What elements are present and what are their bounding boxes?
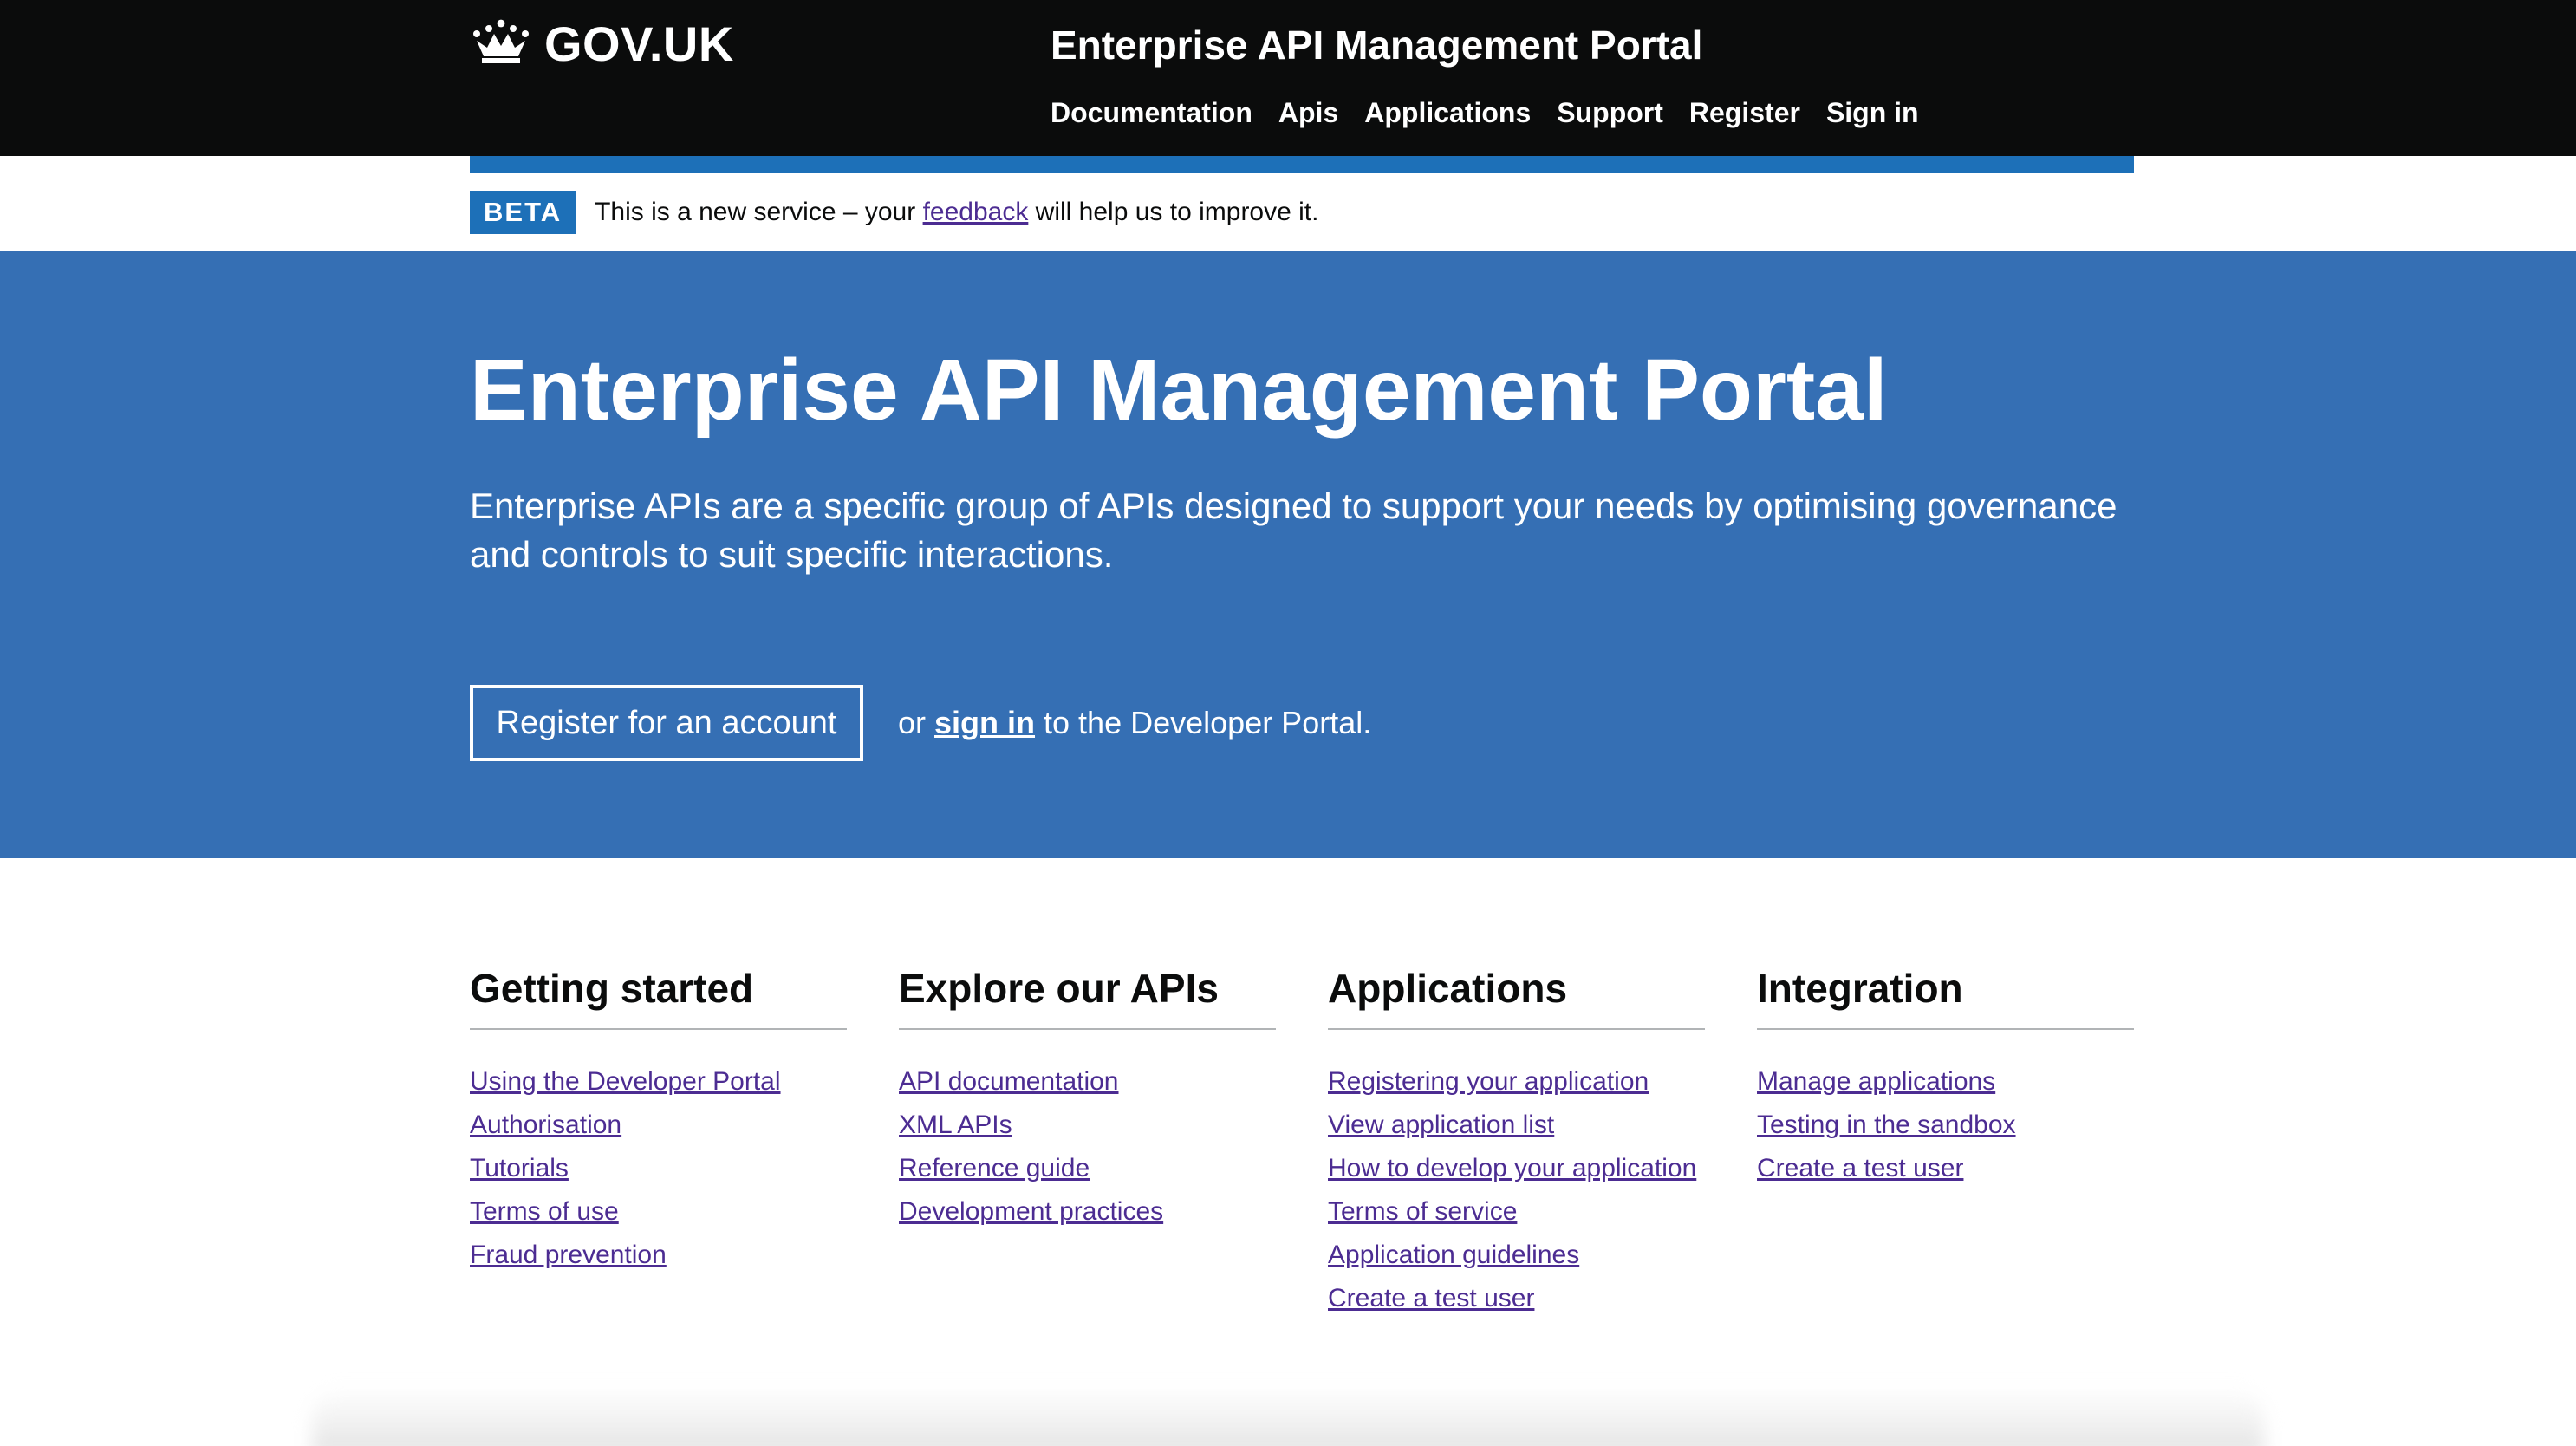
link-list: Registering your application View applic…	[1328, 1065, 1705, 1316]
link-fraud-prevention[interactable]: Fraud prevention	[470, 1241, 667, 1269]
phase-banner: BETA This is a new service – your feedba…	[470, 191, 1318, 234]
list-item: Create a test user	[1757, 1151, 2134, 1186]
header-blue-rule	[470, 156, 2134, 173]
service-name-link[interactable]: Enterprise API Management Portal	[1051, 17, 1702, 73]
list-item: XML APIs	[899, 1108, 1276, 1143]
phase-text-after: will help us to improve it.	[1028, 198, 1319, 226]
link-how-to-develop[interactable]: How to develop your application	[1328, 1154, 1696, 1182]
list-item: Terms of use	[470, 1195, 847, 1229]
or-text: or	[898, 705, 935, 740]
column-integration: Integration Manage applications Testing …	[1757, 954, 2134, 1325]
govuk-logo-link[interactable]: GOV.UK	[470, 12, 734, 75]
hero-actions: Register for an account or sign in to th…	[470, 685, 1371, 761]
phase-text-before: This is a new service – your	[595, 198, 923, 226]
sign-in-prompt: or sign in to the Developer Portal.	[898, 705, 1371, 741]
link-xml-apis[interactable]: XML APIs	[899, 1111, 1012, 1139]
link-testing-sandbox[interactable]: Testing in the sandbox	[1757, 1111, 2016, 1139]
list-item: Reference guide	[899, 1151, 1276, 1186]
list-item: Development practices	[899, 1195, 1276, 1229]
link-development-practices[interactable]: Development practices	[899, 1197, 1163, 1226]
sign-in-link[interactable]: sign in	[934, 705, 1035, 740]
link-tutorials[interactable]: Tutorials	[470, 1154, 569, 1182]
column-explore-apis: Explore our APIs API documentation XML A…	[899, 954, 1276, 1325]
column-applications: Applications Registering your applicatio…	[1328, 954, 1705, 1325]
list-item: View application list	[1328, 1108, 1705, 1143]
list-item: How to develop your application	[1328, 1151, 1705, 1186]
feedback-link[interactable]: feedback	[923, 198, 1029, 226]
link-registering-application[interactable]: Registering your application	[1328, 1067, 1649, 1096]
hero-title: Enterprise API Management Portal	[470, 342, 1888, 439]
list-item: Manage applications	[1757, 1065, 2134, 1099]
link-columns: Getting started Using the Developer Port…	[470, 954, 2134, 1325]
column-getting-started: Getting started Using the Developer Port…	[470, 954, 847, 1325]
list-item: Registering your application	[1328, 1065, 1705, 1099]
link-create-test-user[interactable]: Create a test user	[1328, 1284, 1534, 1312]
link-authorisation[interactable]: Authorisation	[470, 1111, 621, 1139]
list-item: Tutorials	[470, 1151, 847, 1186]
nav-sign-in[interactable]: Sign in	[1826, 92, 1919, 134]
beta-tag: BETA	[470, 191, 576, 234]
column-heading: Getting started	[470, 954, 847, 1030]
developer-portal-text: to the Developer Portal.	[1035, 705, 1372, 740]
column-heading: Explore our APIs	[899, 954, 1276, 1030]
link-reference-guide[interactable]: Reference guide	[899, 1154, 1090, 1182]
nav-documentation[interactable]: Documentation	[1051, 92, 1252, 134]
link-create-test-user[interactable]: Create a test user	[1757, 1154, 1963, 1182]
nav-applications[interactable]: Applications	[1364, 92, 1531, 134]
main-navigation: Documentation Apis Applications Support …	[1051, 92, 1919, 134]
link-view-application-list[interactable]: View application list	[1328, 1111, 1554, 1139]
link-using-developer-portal[interactable]: Using the Developer Portal	[470, 1067, 781, 1096]
list-item: Using the Developer Portal	[470, 1065, 847, 1099]
register-account-button[interactable]: Register for an account	[470, 685, 863, 761]
link-list: API documentation XML APIs Reference gui…	[899, 1065, 1276, 1229]
nav-support[interactable]: Support	[1557, 92, 1663, 134]
hero-description: Enterprise APIs are a specific group of …	[470, 485, 2117, 575]
list-item: Testing in the sandbox	[1757, 1108, 2134, 1143]
list-item: Create a test user	[1328, 1281, 1705, 1316]
crown-icon	[470, 18, 532, 69]
link-terms-of-use[interactable]: Terms of use	[470, 1197, 619, 1226]
nav-apis[interactable]: Apis	[1278, 92, 1338, 134]
nav-register[interactable]: Register	[1689, 92, 1800, 134]
link-application-guidelines[interactable]: Application guidelines	[1328, 1241, 1579, 1269]
list-item: Fraud prevention	[470, 1238, 847, 1273]
link-manage-applications[interactable]: Manage applications	[1757, 1067, 1995, 1096]
list-item: Terms of service	[1328, 1195, 1705, 1229]
link-list: Using the Developer Portal Authorisation…	[470, 1065, 847, 1273]
column-heading: Applications	[1328, 954, 1705, 1030]
link-list: Manage applications Testing in the sandb…	[1757, 1065, 2134, 1186]
phase-banner-text: This is a new service – your feedback wi…	[595, 198, 1318, 227]
link-api-documentation[interactable]: API documentation	[899, 1067, 1119, 1096]
link-terms-of-service[interactable]: Terms of service	[1328, 1197, 1517, 1226]
footer-shadow	[312, 1387, 2264, 1446]
hero-section: Enterprise API Management Portal Enterpr…	[0, 251, 2576, 858]
list-item: API documentation	[899, 1065, 1276, 1099]
logo-text: GOV.UK	[544, 16, 734, 71]
site-header: GOV.UK Enterprise API Management Portal …	[0, 0, 2576, 156]
list-item: Application guidelines	[1328, 1238, 1705, 1273]
column-heading: Integration	[1757, 954, 2134, 1030]
list-item: Authorisation	[470, 1108, 847, 1143]
